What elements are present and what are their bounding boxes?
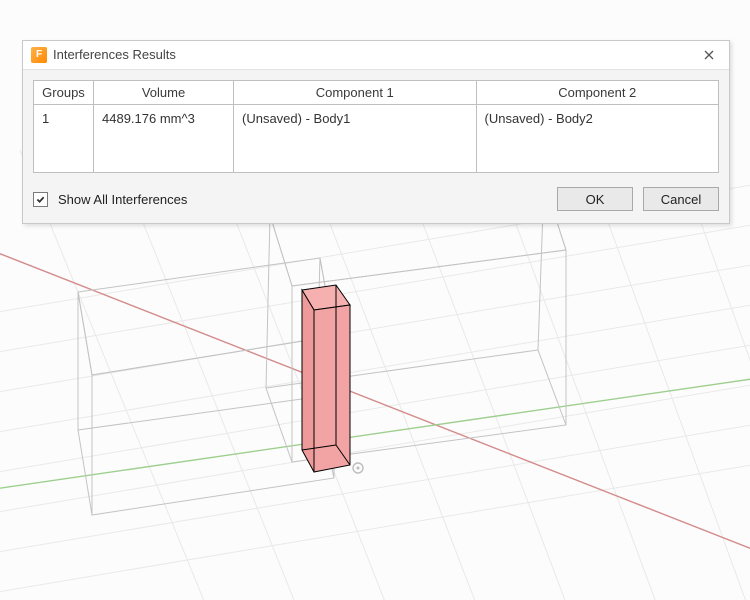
close-icon[interactable] bbox=[697, 45, 721, 65]
cell-comp1: (Unsaved) - Body1 bbox=[234, 105, 477, 133]
interferences-dialog: F Interferences Results Groups Volume Co… bbox=[22, 40, 730, 224]
ok-button[interactable]: OK bbox=[557, 187, 633, 211]
results-table[interactable]: Groups Volume Component 1 Component 2 1 … bbox=[33, 80, 719, 173]
show-all-checkbox[interactable] bbox=[33, 192, 48, 207]
table-empty-row bbox=[34, 132, 719, 173]
dialog-title: Interferences Results bbox=[53, 41, 691, 69]
y-axis bbox=[0, 372, 750, 494]
dialog-titlebar[interactable]: F Interferences Results bbox=[23, 41, 729, 70]
col-groups[interactable]: Groups bbox=[34, 81, 94, 105]
cell-volume: 4489.176 mm^3 bbox=[94, 105, 234, 133]
table-row[interactable]: 1 4489.176 mm^3 (Unsaved) - Body1 (Unsav… bbox=[34, 105, 719, 133]
interference-solid bbox=[302, 285, 350, 472]
app-icon: F bbox=[31, 47, 47, 63]
table-header-row: Groups Volume Component 1 Component 2 bbox=[34, 81, 719, 105]
cell-group: 1 bbox=[34, 105, 94, 133]
col-comp2[interactable]: Component 2 bbox=[476, 81, 719, 105]
origin-marker bbox=[353, 463, 363, 473]
show-all-label[interactable]: Show All Interferences bbox=[58, 192, 187, 207]
cell-comp2: (Unsaved) - Body2 bbox=[476, 105, 719, 133]
dialog-body: Groups Volume Component 1 Component 2 1 … bbox=[23, 70, 729, 181]
col-volume[interactable]: Volume bbox=[94, 81, 234, 105]
dialog-footer: Show All Interferences OK Cancel bbox=[23, 181, 729, 223]
col-comp1[interactable]: Component 1 bbox=[234, 81, 477, 105]
cancel-button[interactable]: Cancel bbox=[643, 187, 719, 211]
